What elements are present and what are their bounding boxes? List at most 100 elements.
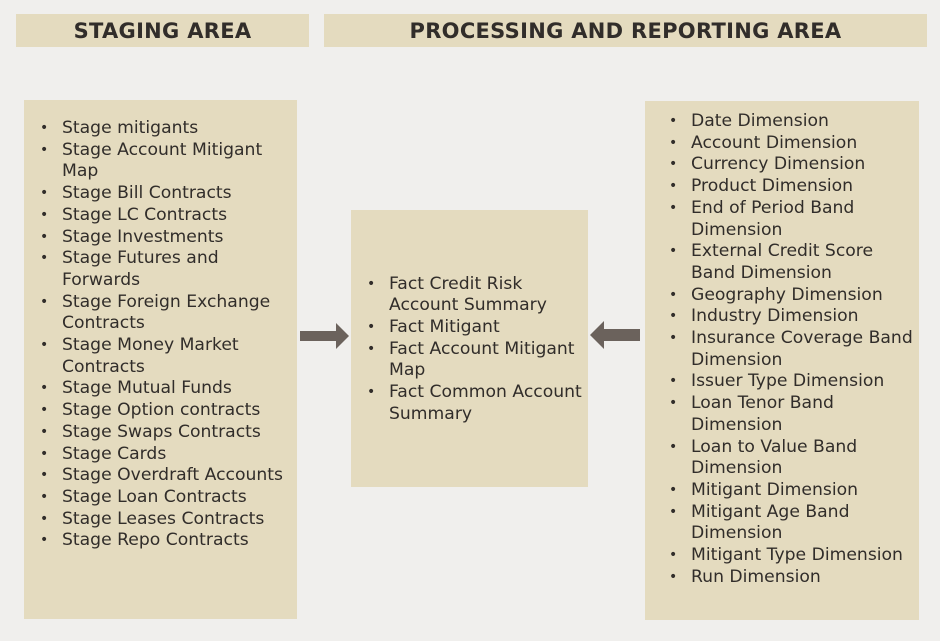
bullet-icon: •	[40, 488, 49, 505]
staging-table-item-label: Stage Overdraft Accounts	[62, 465, 283, 486]
staging-table-item-label: Stage Bill Contracts	[62, 183, 232, 204]
bullet-icon: •	[40, 380, 49, 397]
staging-table-item-label: Stage Swaps Contracts	[62, 421, 261, 442]
bullet-icon: •	[40, 228, 49, 245]
dimension-table-item-label: External Credit Score Band Dimension	[691, 241, 874, 283]
bullet-icon: •	[669, 243, 678, 260]
bullet-icon: •	[367, 318, 376, 335]
bullet-icon: •	[669, 503, 678, 520]
fact-tables-list: • Fact Credit Risk Account Summary • Fact M…	[351, 274, 588, 426]
bullet-icon: •	[40, 206, 49, 223]
fact-table-item-label: Fact Credit Risk Account Summary	[389, 273, 547, 316]
dimension-tables-box: • Date Dimension • Account Dimension • Curren…	[645, 101, 919, 620]
dimension-table-item: • Loan to Value Band Dimension	[653, 437, 915, 480]
dimension-table-item-label: Loan to Value Band Dimension	[691, 436, 858, 479]
staging-table-item-label: Stage Cards	[62, 443, 167, 464]
dimension-tables-list: • Date Dimension • Account Dimension • Curren…	[653, 111, 919, 588]
staging-table-item-label: Stage Futures and Forwards	[62, 248, 219, 290]
staging-area-header: STAGING AREA	[16, 14, 309, 47]
bullet-icon: •	[40, 510, 49, 527]
dimension-table-item-label: Issuer Type Dimension	[691, 371, 885, 392]
bullet-icon: •	[40, 337, 49, 354]
bullet-icon: •	[40, 141, 49, 158]
bullet-icon: •	[40, 402, 49, 419]
fact-table-item-label: Fact Mitigant	[389, 316, 500, 337]
fact-table-item-label: Fact Account Mitigant Map	[389, 338, 575, 381]
staging-table-item: • Stage Swaps Contracts	[24, 422, 289, 444]
bullet-icon: •	[669, 395, 678, 412]
dimension-table-item-label: Mitigant Type Dimension	[691, 545, 903, 566]
fact-table-item: • Fact Account Mitigant Map	[351, 339, 582, 382]
staging-table-item: • Stage Option contracts	[24, 400, 289, 422]
dimension-table-item: • Industry Dimension	[653, 306, 915, 328]
dimension-table-item-label: Run Dimension	[691, 566, 821, 587]
staging-tables-box: • Stage mitigants • Stage Account Mitigant …	[24, 100, 297, 619]
dimension-table-item: • Product Dimension	[653, 176, 915, 198]
dimension-table-item-label: Geography Dimension	[691, 284, 883, 305]
staging-table-item-label: Stage Account Mitigant Map	[62, 139, 263, 182]
staging-table-item: • Stage Futures and Forwards	[24, 248, 289, 291]
dimension-table-item-label: Mitigant Age Band Dimension	[691, 501, 850, 544]
fact-table-item: • Fact Common Account Summary	[351, 382, 582, 425]
staging-table-item-label: Stage mitigants	[62, 118, 199, 138]
dimension-table-item: • Loan Tenor Band Dimension	[653, 393, 915, 436]
bullet-icon: •	[669, 308, 678, 325]
bullet-icon: •	[669, 286, 678, 303]
staging-table-item-label: Stage Money Market Contracts	[62, 335, 239, 377]
staging-table-item: • Stage Mutual Funds	[24, 378, 289, 400]
processing-reporting-area-header: PROCESSING AND REPORTING AREA	[324, 14, 927, 47]
bullet-icon: •	[669, 178, 678, 195]
fact-table-item-label: Fact Common Account Summary	[389, 382, 582, 424]
bullet-icon: •	[40, 532, 49, 549]
dimension-table-item-label: Account Dimension	[691, 132, 858, 153]
dimension-table-item-label: Product Dimension	[691, 176, 854, 197]
dimension-table-item: • Account Dimension	[653, 133, 915, 155]
dimension-table-item: • Currency Dimension	[653, 154, 915, 176]
bullet-icon: •	[40, 423, 49, 440]
bullet-icon: •	[669, 330, 678, 347]
staging-table-item-label: Stage LC Contracts	[62, 204, 228, 225]
dimension-table-item: • External Credit Score Band Dimension	[653, 241, 915, 284]
dimension-table-item: • Issuer Type Dimension	[653, 371, 915, 393]
staging-table-item-label: Stage Investments	[62, 226, 224, 247]
bullet-icon: •	[367, 340, 376, 357]
bullet-icon: •	[669, 547, 678, 564]
dimension-table-item: • Mitigant Type Dimension	[653, 545, 915, 567]
dimension-table-item-label: Currency Dimension	[691, 154, 866, 175]
dimension-table-item-label: Insurance Coverage Band Dimension	[691, 328, 913, 370]
dimension-table-item: • Mitigant Dimension	[653, 480, 915, 502]
bullet-icon: •	[367, 275, 376, 292]
staging-table-item: • Stage Overdraft Accounts	[24, 465, 289, 487]
dimension-table-item-label: End of Period Band Dimension	[691, 197, 855, 240]
dimension-table-item: • Mitigant Age Band Dimension	[653, 502, 915, 545]
staging-table-item: • Stage Loan Contracts	[24, 487, 289, 509]
bullet-icon: •	[669, 481, 678, 498]
dimension-table-item: • Geography Dimension	[653, 285, 915, 307]
bullet-icon: •	[669, 373, 678, 390]
staging-table-item-label: Stage Repo Contracts	[62, 530, 249, 551]
dimension-table-item: • End of Period Band Dimension	[653, 198, 915, 241]
dimension-table-item-label: Loan Tenor Band Dimension	[691, 393, 834, 435]
dimension-table-item-label: Industry Dimension	[691, 306, 859, 327]
bullet-icon: •	[40, 185, 49, 202]
staging-table-item: • Stage Repo Contracts	[24, 530, 289, 552]
staging-table-item: • Stage mitigants	[24, 118, 289, 140]
dimension-table-item: • Date Dimension	[653, 111, 915, 133]
bullet-icon: •	[669, 113, 678, 129]
dimension-table-item: • Insurance Coverage Band Dimension	[653, 328, 915, 371]
bullet-icon: •	[40, 445, 49, 462]
bullet-icon: •	[40, 467, 49, 484]
arrow-right-icon	[300, 323, 349, 349]
staging-table-item: • Stage Bill Contracts	[24, 183, 289, 205]
staging-table-item-label: Stage Loan Contracts	[62, 486, 247, 507]
staging-table-item-label: Stage Mutual Funds	[62, 378, 232, 399]
staging-table-item: • Stage LC Contracts	[24, 205, 289, 227]
arrow-left-icon	[590, 321, 640, 349]
bullet-icon: •	[40, 250, 49, 267]
fact-table-item: • Fact Mitigant	[351, 317, 582, 339]
bullet-icon: •	[669, 134, 678, 151]
staging-table-item: • Stage Cards	[24, 444, 289, 466]
bullet-icon: •	[669, 568, 678, 585]
staging-table-item-label: Stage Foreign Exchange Contracts	[62, 291, 271, 334]
dimension-table-item-label: Date Dimension	[691, 111, 829, 131]
